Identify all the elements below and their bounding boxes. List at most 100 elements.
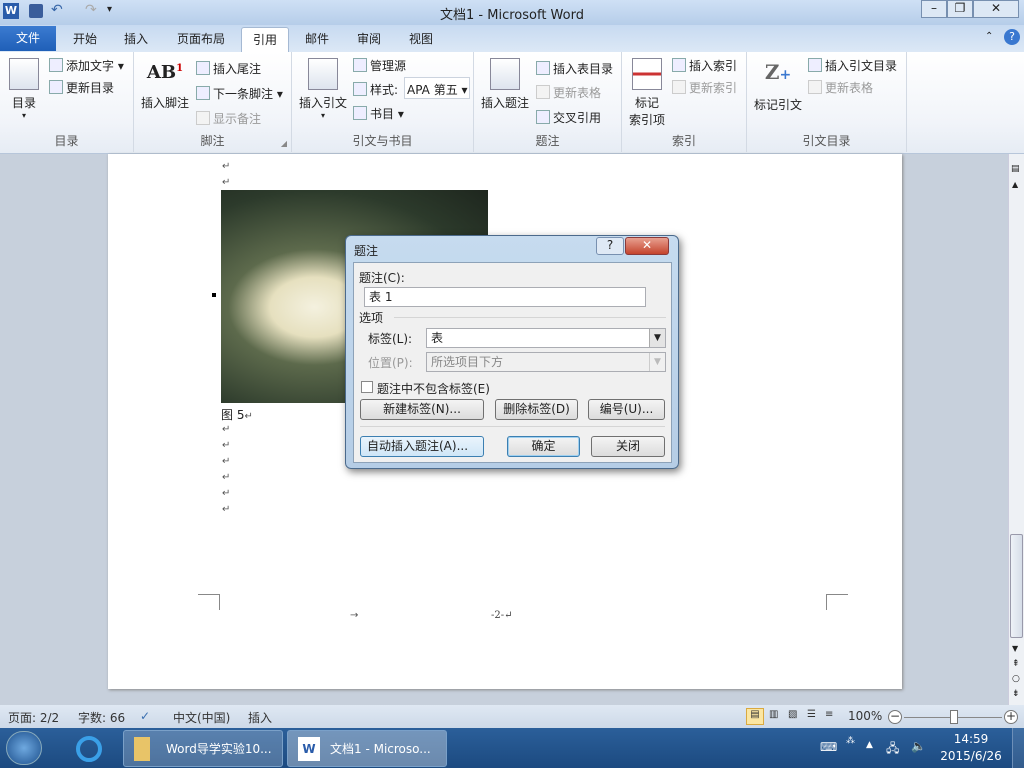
- tab-page-layout[interactable]: 页面布局: [170, 27, 232, 52]
- numbering-button[interactable]: 编号(U)...: [588, 399, 665, 420]
- previous-page-icon[interactable]: ⇞: [1012, 659, 1020, 669]
- insert-citation-button[interactable]: 插入引文 ▾: [297, 58, 349, 120]
- new-label-button[interactable]: 新建标签(N)...: [360, 399, 484, 420]
- toc-button[interactable]: 目录 ▾: [8, 58, 40, 120]
- mark-citation-button[interactable]: Z+ 标记引文: [751, 60, 805, 113]
- update-toc-icon: [49, 80, 63, 94]
- insert-mode[interactable]: 插入: [248, 709, 272, 726]
- zoom-slider-thumb[interactable]: [950, 710, 958, 724]
- network-icon[interactable]: 🖧: [886, 739, 899, 760]
- tab-home[interactable]: 开始: [62, 27, 108, 52]
- scroll-thumb[interactable]: [1010, 534, 1023, 638]
- delete-label-button[interactable]: 删除标签(D): [495, 399, 578, 420]
- print-layout-icon[interactable]: ▤: [746, 708, 764, 725]
- caption-input[interactable]: 表 1: [364, 287, 646, 307]
- insert-toa-icon: [808, 58, 822, 72]
- update-table-label: 更新表格: [553, 86, 602, 100]
- add-text-button[interactable]: 添加文字 ▾: [49, 57, 124, 74]
- outline-icon[interactable]: ☰: [807, 709, 816, 720]
- collapse-ribbon-icon[interactable]: ⌃: [985, 31, 993, 42]
- mark-entry-button[interactable]: 标记 索引项: [626, 58, 668, 128]
- next-footnote-button[interactable]: 下一条脚注 ▾: [196, 85, 283, 102]
- scroll-up-icon[interactable]: ▲: [1012, 180, 1018, 189]
- insert-tof-label: 插入表目录: [553, 62, 614, 76]
- volume-icon[interactable]: 🔈: [911, 739, 926, 753]
- footnote-label: 插入脚注: [140, 96, 189, 110]
- dialog-launcher-icon[interactable]: ◢: [281, 139, 287, 148]
- mark-entry-label-2: 索引项: [628, 113, 665, 127]
- ok-button[interactable]: 确定: [507, 436, 580, 457]
- zoom-level[interactable]: 100%: [848, 709, 882, 723]
- web-layout-icon[interactable]: ▧: [788, 709, 797, 720]
- start-button[interactable]: [6, 731, 42, 765]
- taskbar-item-explorer[interactable]: Word导学实验10...: [123, 730, 283, 767]
- label-select[interactable]: 表 ▼: [426, 328, 666, 348]
- insert-tof-button[interactable]: 插入表目录: [536, 60, 613, 77]
- tab-references[interactable]: 引用: [241, 27, 289, 52]
- language[interactable]: 中文(中国): [173, 709, 230, 726]
- paragraph-mark: ↵: [222, 161, 231, 172]
- help-icon[interactable]: ?: [1004, 29, 1020, 45]
- minimize-button[interactable]: –: [921, 0, 947, 18]
- help-button[interactable]: ?: [596, 237, 624, 255]
- exclude-label-checkbox[interactable]: [361, 381, 373, 393]
- tab-mailings[interactable]: 邮件: [295, 27, 339, 52]
- update-index-button[interactable]: 更新索引: [672, 79, 737, 96]
- tab-review[interactable]: 审阅: [347, 27, 391, 52]
- chevron-down-icon[interactable]: ▼: [649, 329, 665, 347]
- tab-file[interactable]: 文件: [0, 26, 56, 51]
- taskbar-label: Word导学实验10...: [166, 742, 272, 756]
- show-desktop-button[interactable]: [1012, 728, 1024, 768]
- group-label: 目录: [54, 134, 79, 148]
- keyboard-icon[interactable]: ⌨: [820, 740, 837, 754]
- full-screen-reading-icon[interactable]: ▥: [769, 709, 778, 720]
- proofing-icon[interactable]: ✓: [140, 709, 150, 723]
- clock-time[interactable]: 14:59: [940, 732, 1002, 746]
- browse-object-icon[interactable]: ○: [1012, 674, 1020, 684]
- update-toc-button[interactable]: 更新目录: [49, 79, 114, 96]
- show-hidden-icons[interactable]: ▲: [866, 740, 873, 750]
- clock-date[interactable]: 2015/6/26: [940, 749, 1002, 763]
- scroll-down-icon[interactable]: ▼: [1012, 644, 1018, 653]
- next-page-icon[interactable]: ⇟: [1012, 689, 1020, 699]
- word-count[interactable]: 字数: 66: [78, 709, 125, 726]
- exclude-label-text: 题注中不包含标签(E): [377, 382, 490, 396]
- ruler-toggle-icon[interactable]: ▤: [1011, 164, 1020, 174]
- insert-toa-button[interactable]: 插入引文目录: [808, 57, 897, 74]
- tab-insert[interactable]: 插入: [113, 27, 159, 52]
- insert-endnote-button[interactable]: 插入尾注: [196, 60, 261, 77]
- group-label: 题注: [535, 134, 560, 148]
- vertical-scrollbar[interactable]: ▤ ▲ ▼ ⇞ ○ ⇟: [1008, 154, 1024, 705]
- caption-label: 插入题注: [480, 96, 529, 110]
- tab-view[interactable]: 视图: [399, 27, 443, 52]
- cross-reference-button[interactable]: 交叉引用: [536, 109, 601, 126]
- style-dropdown[interactable]: APA 第五 ▾: [404, 77, 470, 99]
- mark-entry-icon: [632, 58, 662, 90]
- insert-index-button[interactable]: 插入索引: [672, 57, 737, 74]
- close-button[interactable]: ✕: [973, 0, 1019, 18]
- ribbon: 目录 ▾ 添加文字 ▾ 更新目录 目录 AB1 插入脚注 插入尾注 下一条脚注 ▾ …: [0, 52, 1024, 154]
- close-dialog-button[interactable]: 关闭: [591, 436, 665, 457]
- insert-caption-button[interactable]: 插入题注: [479, 58, 531, 111]
- restore-button[interactable]: ❐: [947, 0, 973, 18]
- taskbar-item-word[interactable]: W 文档1 - Microso...: [287, 730, 447, 767]
- manage-sources-button[interactable]: 管理源: [353, 57, 406, 74]
- update-index-icon: [672, 80, 686, 94]
- draft-icon[interactable]: ≡: [825, 709, 833, 720]
- bibliography-button[interactable]: 书目 ▾: [353, 105, 404, 122]
- insert-footnote-button[interactable]: AB1 插入脚注: [139, 62, 191, 111]
- page-count[interactable]: 页面: 2/2: [8, 709, 59, 726]
- word-icon: W: [298, 737, 320, 761]
- update-table-button[interactable]: 更新表格: [536, 84, 601, 101]
- dialog-close-button[interactable]: ✕: [625, 237, 669, 255]
- autocaption-button[interactable]: 自动插入题注(A)...: [360, 436, 484, 457]
- group-captions: 插入题注 插入表目录 更新表格 交叉引用 题注: [474, 52, 622, 152]
- show-notes-button[interactable]: 显示备注: [196, 110, 261, 127]
- update-index-label: 更新索引: [689, 81, 738, 95]
- browser-icon[interactable]: [76, 736, 102, 762]
- update-toa-button[interactable]: 更新表格: [808, 79, 873, 96]
- zoom-out-button[interactable]: −: [888, 710, 902, 724]
- position-select[interactable]: 所选项目下方 ▼: [426, 352, 666, 372]
- zoom-in-button[interactable]: +: [1004, 710, 1018, 724]
- ime-icon[interactable]: ⁂: [846, 736, 855, 746]
